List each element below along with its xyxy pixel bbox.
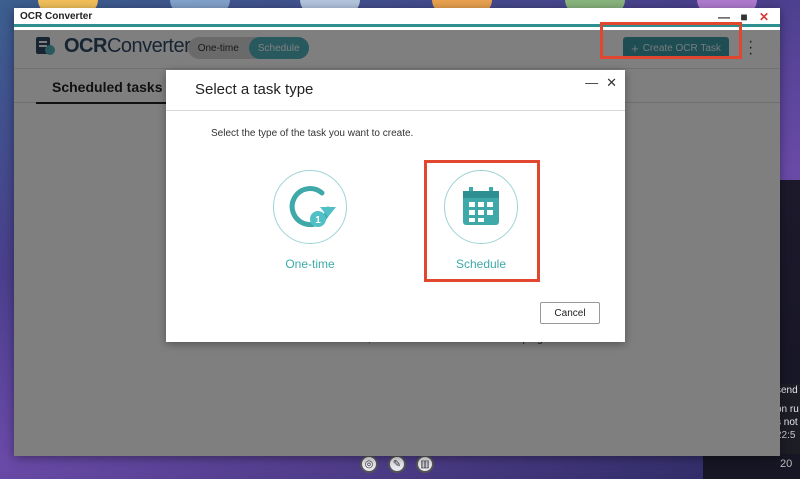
taskbar: ◎ ✎ ▥ bbox=[360, 455, 434, 473]
dialog-close-icon[interactable]: ✕ bbox=[606, 75, 617, 91]
taskbar-icon[interactable]: ▥ bbox=[416, 455, 434, 473]
dialog-minimize-icon[interactable]: — bbox=[585, 75, 598, 91]
refresh-icon: 1 bbox=[289, 186, 336, 228]
option-icon-circle: 1 bbox=[273, 170, 347, 244]
option-one-time[interactable]: 1 One-time bbox=[272, 170, 348, 271]
highlight-schedule-option bbox=[424, 160, 540, 282]
close-icon[interactable]: ✕ bbox=[758, 10, 770, 24]
task-type-dialog: Select a task type — ✕ Select the type o… bbox=[166, 70, 625, 342]
one-time-badge: 1 bbox=[315, 215, 321, 226]
highlight-create-button bbox=[600, 22, 742, 59]
window-title: OCR Converter bbox=[20, 10, 93, 22]
clock-text: 20 bbox=[780, 458, 793, 470]
option-label: One-time bbox=[285, 257, 335, 271]
dialog-title: Select a task type bbox=[195, 81, 314, 98]
dialog-description: Select the type of the task you want to … bbox=[211, 128, 414, 139]
dialog-header: Select a task type — ✕ bbox=[166, 70, 625, 111]
taskbar-icon[interactable]: ✎ bbox=[388, 455, 406, 473]
cancel-button[interactable]: Cancel bbox=[540, 302, 600, 324]
taskbar-icon[interactable]: ◎ bbox=[360, 455, 378, 473]
dialog-controls: — ✕ bbox=[585, 75, 617, 91]
